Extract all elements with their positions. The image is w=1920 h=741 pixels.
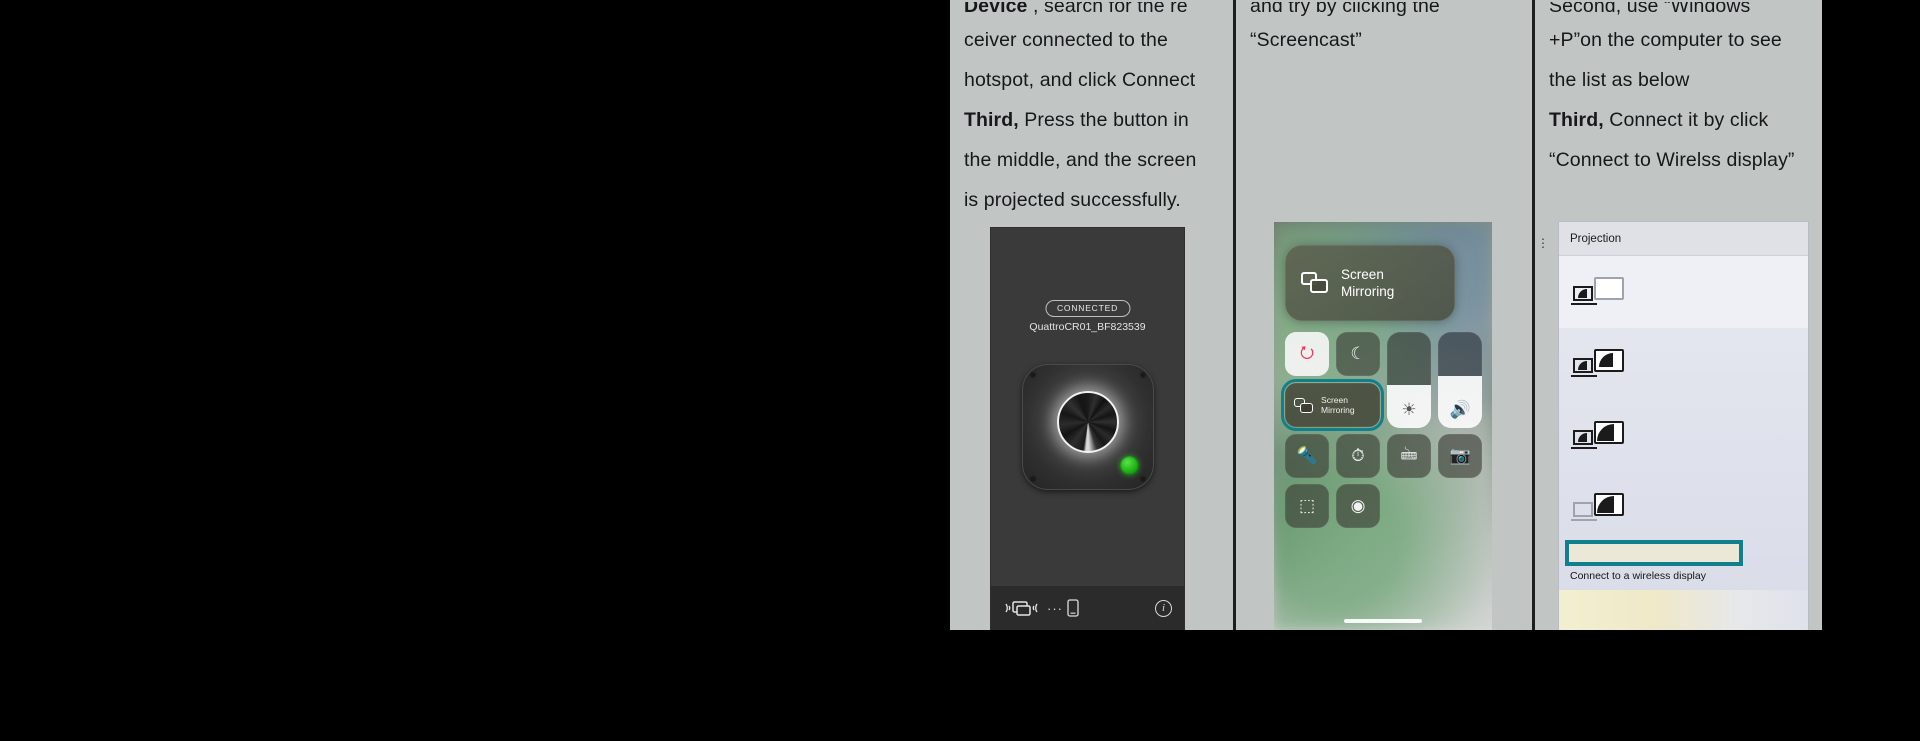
connect-wireless-display-link[interactable]: Connect to a wireless display [1570,570,1706,582]
rotation-lock-tile[interactable]: ⭮ [1285,332,1330,376]
screw-icon [1140,477,1145,481]
flashlight-tile[interactable]: 🔦 [1285,434,1330,478]
text-line: Third, Press the button in [964,100,1219,140]
column-2-text: and try by clicking the “Screencast” [1250,2,1518,60]
text-line: the middle, and the screen [964,149,1197,171]
ellipsis-icon: ··· [1047,600,1063,616]
projection-option-extend[interactable] [1559,400,1808,472]
home-indicator[interactable] [1344,619,1423,623]
screw-icon [1030,373,1035,377]
laptop-monitor-duplicate-icon [1570,348,1624,379]
windows-projection-flyout-screenshot: Projection Connect to a wireless display [1558,222,1808,630]
screen-mirroring-popup-label: Screen Mirroring [1341,266,1394,300]
text-line: “Connect to Wirelss display” [1548,149,1795,171]
instruction-column-3: Second, use “Windows +P”on the computer … [1535,0,1822,630]
do-not-disturb-tile[interactable]: ☾ [1336,332,1381,376]
monitor-icon [1593,420,1624,444]
projection-option-second-screen-only[interactable] [1559,472,1808,544]
text-line: Device , search for the re [964,2,1219,20]
status-badge: CONNECTED [1044,300,1131,317]
brightness-icon: ☀ [1401,400,1417,419]
calculator-icon: 🖮 [1400,444,1418,464]
receiver-puck-illustration [1021,364,1154,490]
label-line-1: Screen [1341,267,1384,282]
monitor-icon [1593,276,1624,300]
moon-icon: ☾ [1350,344,1366,363]
receiver-device-screenshot: CONNECTED QuattroCR01_BF823539 ··· i [991,228,1184,630]
monitor-fill [1596,495,1614,513]
laptop-off-monitor-on-icon [1570,492,1624,523]
column-3-text: Second, use “Windows +P”on the computer … [1549,2,1808,180]
qr-scanner-icon: ⬚ [1299,496,1316,515]
text-emphasis: Third, [964,109,1019,131]
text-line: +P”on the computer to see [1548,29,1782,51]
screen-record-tile[interactable]: ◉ [1336,484,1381,528]
record-icon: ◉ [1350,496,1366,515]
text-rest: Press the button in [1018,109,1189,131]
status-led-indicator [1119,456,1139,475]
screen-mirroring-tile[interactable]: Screen Mirroring [1281,379,1385,431]
label-line-2: Mirroring [1341,284,1395,299]
column-1-text: Device , search for the re ceiver connec… [964,2,1219,220]
qr-scanner-tile[interactable]: ⬚ [1285,484,1330,528]
flashlight-icon: 🔦 [1296,446,1318,465]
projection-option-duplicate[interactable] [1559,328,1808,400]
ios-control-center-screenshot: Screen Mirroring ⭮ ☾ ☀ 🔊 Screen Mirrorin… [1274,222,1493,630]
screw-icon [1030,477,1035,481]
text-emphasis: Third, [1548,109,1604,131]
instruction-column-2: and try by clicking the “Screencast” Scr… [1236,0,1532,630]
control-center-tile-grid: ⭮ ☾ ☀ 🔊 Screen Mirroring 🔦 ⏱ 🖮 📷 ⬚ ◉ [1281,332,1483,528]
text-rest: Connect it by click [1603,109,1769,131]
screen-mirroring-tile-label: Screen Mirroring [1321,395,1355,415]
instruction-sheet: Device , search for the re ceiver connec… [950,0,1822,630]
timer-tile[interactable]: ⏱ [1336,434,1381,478]
screen-mirroring-icon [1294,397,1314,413]
label-line-2: Mirroring [1321,405,1355,415]
power-button-ring[interactable] [1056,390,1119,453]
text-line: ceiver connected to the [964,29,1168,51]
text-emphasis: Device [964,2,1028,17]
projection-option-pc-screen-only[interactable] [1558,256,1808,328]
instruction-column-1: Device , search for the re ceiver connec… [950,0,1233,630]
monitor-fill [1598,352,1613,367]
info-icon[interactable]: i [1155,599,1172,617]
text-line: and try by clicking the [1250,2,1440,17]
brightness-slider[interactable]: ☀ [1387,332,1432,428]
volume-icon: 🔊 [1449,400,1471,419]
flyout-bottom-strip [1558,590,1808,630]
wireless-display-highlight-box [1564,540,1743,566]
text-rest: , search for the re [1027,2,1188,17]
laptop-monitor-off-icon [1570,276,1624,307]
monitor-icon [1593,348,1624,372]
label-line-1: Screen [1321,395,1348,405]
volume-slider[interactable]: 🔊 [1438,332,1483,428]
camera-icon: 📷 [1449,446,1471,465]
cursor-artifact: ⋮ [1536,236,1549,250]
cast-status-group: ··· [1003,598,1079,618]
cast-icon [1005,601,1038,616]
screen-mirroring-icon [1301,272,1329,294]
rotation-lock-icon: ⭮ [1299,342,1315,362]
calculator-tile[interactable]: 🖮 [1387,434,1432,478]
screenshot-canvas: Device , search for the re ceiver connec… [0,0,1920,741]
text-line: is projected successfully. [964,189,1181,211]
timer-icon: ⏱ [1351,446,1365,465]
text-line: “Screencast” [1250,29,1362,51]
monitor-fill [1596,423,1614,441]
text-line: hotspot, and click Connect [964,69,1196,91]
phone-icon [1067,599,1079,617]
device-name-label: QuattroCR01_BF823539 [1029,321,1146,333]
screen-mirroring-popup[interactable]: Screen Mirroring [1285,245,1456,321]
laptop-monitor-extend-icon [1570,420,1624,451]
screw-icon [1140,373,1145,377]
flyout-title: Projection [1558,222,1808,256]
monitor-icon [1593,492,1624,516]
camera-tile[interactable]: 📷 [1438,434,1483,478]
text-line: the list as below [1548,69,1690,91]
text-line: Third, Connect it by click [1549,100,1808,140]
text-line: Second, use “Windows [1548,2,1751,17]
device-footer-bar: ··· i [991,586,1184,630]
